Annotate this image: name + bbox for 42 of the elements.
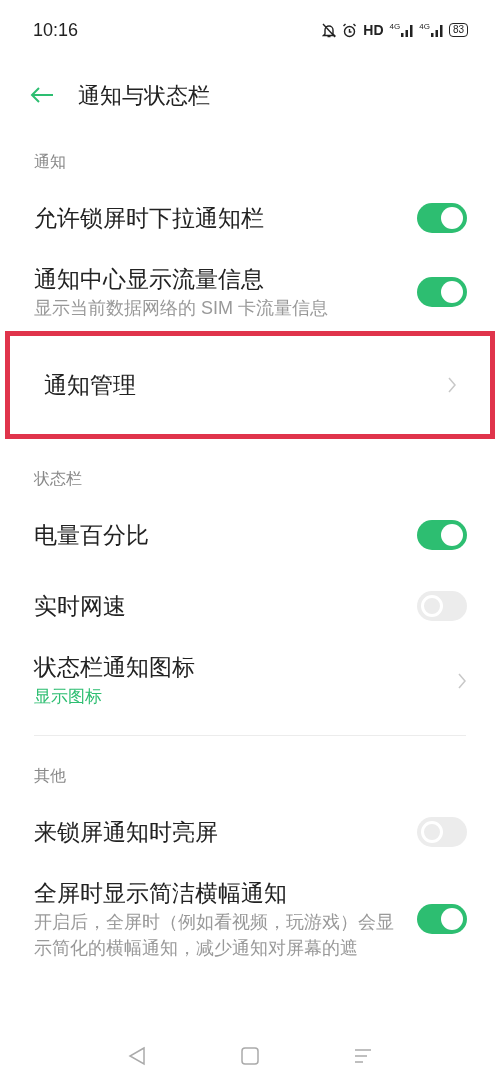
row-label: 来锁屏通知时亮屏 <box>34 817 218 847</box>
chevron-right-icon <box>447 376 457 394</box>
toggle-switch[interactable] <box>417 519 467 550</box>
status-time: 10:16 <box>33 18 79 42</box>
settings-row[interactable]: 通知中心显示流量信息 显示当前数据网络的 SIM 卡流量信息 <box>0 253 500 331</box>
network-type: 4G <box>389 23 401 31</box>
signal-icon <box>430 23 443 37</box>
settings-row[interactable]: 电量百分比 <box>0 499 500 570</box>
settings-row[interactable]: 全屏时显示简洁横幅通知 开启后，全屏时（例如看视频，玩游戏）会显示简化的横幅通知，减少通知对屏幕的遮 <box>0 867 500 971</box>
row-value: 显示图标 <box>34 686 103 708</box>
row-description: 显示当前数据网络的 SIM 卡流量信息 <box>34 297 328 320</box>
back-nav-icon[interactable] <box>127 1046 146 1066</box>
chevron-right-icon <box>457 672 467 690</box>
toggle-switch[interactable] <box>417 202 467 233</box>
toggle-switch[interactable] <box>417 904 467 934</box>
row-description: 开启后，全屏时（例如看视频，玩游戏）会显示简化的横幅通知，减少通知对屏幕的遮 <box>34 911 395 960</box>
settings-row[interactable]: 状态栏通知图标 显示图标 <box>0 641 500 721</box>
settings-row[interactable]: 来锁屏通知时亮屏 <box>0 796 500 867</box>
row-label: 实时网速 <box>34 591 126 621</box>
settings-row[interactable]: 实时网速 <box>0 570 500 641</box>
alarm-clock-icon <box>342 22 358 38</box>
section-header: 其他 <box>33 766 67 786</box>
page-title: 通知与状态栏 <box>78 81 210 110</box>
battery-indicator: 83 <box>448 23 468 37</box>
row-label: 通知中心显示流量信息 <box>34 265 265 294</box>
row-label: 电量百分比 <box>34 520 149 550</box>
settings-row[interactable]: 允许锁屏时下拉通知栏 <box>0 182 500 253</box>
row-label: 允许锁屏时下拉通知栏 <box>34 203 264 233</box>
section-header: 状态栏 <box>33 469 83 489</box>
row-label: 通知管理 <box>44 371 136 400</box>
hd-indicator: HD <box>363 20 384 40</box>
row-label: 状态栏通知图标 <box>34 653 195 682</box>
back-arrow-icon[interactable] <box>30 86 54 104</box>
row-label: 全屏时显示简洁横幅通知 <box>34 879 288 908</box>
section-header: 通知 <box>33 152 67 172</box>
toggle-switch[interactable] <box>417 277 467 307</box>
menu-nav-icon[interactable] <box>354 1048 373 1064</box>
home-nav-icon[interactable] <box>241 1047 259 1065</box>
bell-off-icon <box>322 22 337 38</box>
network-type: 4G <box>419 23 430 31</box>
settings-row[interactable]: 通知管理 <box>5 331 495 439</box>
signal-icon <box>401 23 414 37</box>
